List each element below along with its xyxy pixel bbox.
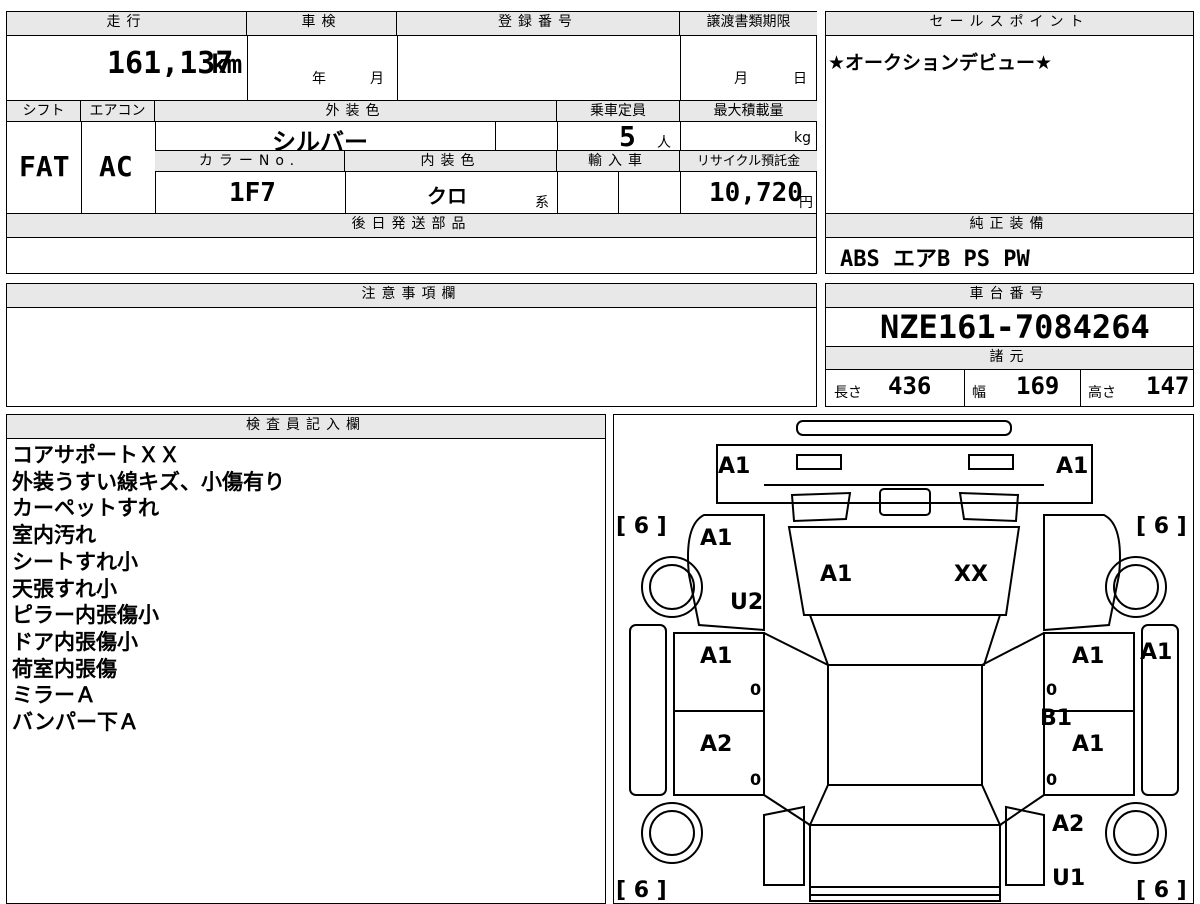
mark-front-bumper-left: A1 <box>718 454 750 479</box>
door-zero-right-front: 0 <box>1046 680 1057 699</box>
inspection-header: 車検 <box>247 12 397 36</box>
exterior-color-header: 外装色 <box>155 101 557 122</box>
later-parts-header: 後日発送部品 <box>7 214 816 238</box>
mileage-unit: km <box>211 50 243 80</box>
remark-item: 室内汚れ <box>12 523 96 548</box>
mark-left-rear-door: A2 <box>700 732 732 757</box>
color-no-value: 1F7 <box>229 178 276 208</box>
capacity-unit: 人 <box>657 135 671 151</box>
standard-equipment-box: 純正装備 ABS エアB PS PW <box>825 213 1194 274</box>
sales-point-box: セールスポイント ★オークションデビュー★ <box>825 11 1194 214</box>
standard-equipment-value: ABS エアB PS PW <box>840 247 1030 272</box>
remark-item: 外装うすい線キズ、小傷有り <box>12 469 285 494</box>
height-value: 147 <box>1146 372 1190 400</box>
door-zero-left-rear: 0 <box>750 770 761 789</box>
mark-right-rear-door: A1 <box>1072 732 1104 757</box>
remark-item: 天張すれ小 <box>12 576 117 601</box>
remark-item: コアサポートＸＸ <box>12 443 180 467</box>
shift-value: FAT <box>19 150 70 183</box>
mark-rear-bumper: U1 <box>1052 866 1085 891</box>
remark-item: ドア内張傷小 <box>12 629 138 654</box>
transfer-deadline-header: 譲渡書類期限 <box>680 12 817 36</box>
remarks-list: コアサポートＸＸ 外装うすい線キズ、小傷有り カーペットすれ 室内汚れ シートす… <box>12 442 285 736</box>
chassis-box: 車台番号 NZE161-7084264 諸元 長さ 436 幅 169 高さ 1… <box>825 283 1194 407</box>
door-zero-right-rear: 0 <box>1046 770 1057 789</box>
car-diagram: [ 6 ] [ 6 ] [ 6 ] [ 6 ] A1 A1 A1 A1 XX U… <box>616 420 1187 903</box>
sales-point-header: セールスポイント <box>826 12 1193 36</box>
interior-color-value: クロ <box>427 184 467 208</box>
mark-right-step: B1 <box>1040 706 1072 731</box>
notes-header: 注意事項欄 <box>7 284 816 308</box>
aircon-header: エアコン <box>81 101 155 122</box>
mark-left-front-door: A1 <box>700 644 732 669</box>
interior-color-header: 内装色 <box>345 151 557 172</box>
capacity-value: 5 <box>619 120 636 153</box>
max-load-header: 最大積載量 <box>680 101 817 122</box>
mark-front-bumper-right: A1 <box>1056 454 1088 479</box>
car-diagram-box: [ 6 ] [ 6 ] [ 6 ] [ 6 ] A1 A1 A1 A1 XX U… <box>613 414 1194 904</box>
recycle-value: 10,720 <box>709 178 803 208</box>
tire-label-rear-left: [ 6 ] <box>616 878 667 903</box>
registration-header: 登録番号 <box>397 12 680 36</box>
tire-label-front-left: [ 6 ] <box>616 514 667 539</box>
length-value: 436 <box>888 372 932 400</box>
inspector-box: 検査員記入欄 コアサポートＸＸ 外装うすい線キズ、小傷有り カーペットすれ 室内… <box>6 414 606 904</box>
remark-item: シートすれ小 <box>12 549 138 574</box>
later-parts-box: 後日発送部品 <box>6 213 817 274</box>
remark-item: ミラーＡ <box>12 683 96 708</box>
width-label: 幅 <box>972 385 986 401</box>
recycle-header: リサイクル預託金 <box>680 151 817 172</box>
shift-header: シフト <box>7 101 81 122</box>
notes-box: 注意事項欄 <box>6 283 817 407</box>
sales-point-value: ★オークションデビュー★ <box>828 52 1053 74</box>
tire-label-rear-right: [ 6 ] <box>1136 878 1187 903</box>
import-header: 輸入車 <box>557 151 680 172</box>
mark-right-front-door: A1 <box>1072 644 1104 669</box>
mark-left-fender: A1 <box>700 526 732 551</box>
recycle-unit: 円 <box>799 195 813 211</box>
interior-suffix: 系 <box>535 195 549 211</box>
max-load-unit: kg <box>794 130 811 146</box>
remark-item: ピラー内張傷小 <box>12 603 159 628</box>
mark-right-pillar: A1 <box>1140 640 1172 665</box>
mark-core-support: XX <box>954 562 988 587</box>
standard-equipment-header: 純正装備 <box>826 214 1193 238</box>
transfer-day: 日 <box>793 71 807 87</box>
door-zero-left-front: 0 <box>750 680 761 699</box>
inspector-header: 検査員記入欄 <box>7 415 605 439</box>
remark-item: カーペットすれ <box>12 496 159 521</box>
mark-left-fender-lower: U2 <box>730 590 763 615</box>
chassis-number-header: 車台番号 <box>826 284 1193 308</box>
width-value: 169 <box>1016 372 1060 400</box>
mark-hood: A1 <box>820 562 852 587</box>
height-label: 高さ <box>1088 385 1116 401</box>
aircon-value: AC <box>99 150 133 183</box>
inspection-year: 年 <box>312 71 326 87</box>
mark-right-quarter: A2 <box>1052 812 1084 837</box>
inspection-month: 月 <box>370 71 384 87</box>
capacity-header: 乗車定員 <box>557 101 680 122</box>
specs-header: 諸元 <box>826 346 1193 370</box>
length-label: 長さ <box>834 385 862 401</box>
remark-item: バンパー下Ａ <box>12 710 140 735</box>
transfer-month: 月 <box>734 71 748 87</box>
mileage-header: 走行 <box>7 12 247 36</box>
color-no-header: カラーNo. <box>155 151 345 172</box>
remark-item: 荷室内張傷 <box>12 656 117 681</box>
vehicle-info-table: 走行 車検 登録番号 譲渡書類期限 161,137 km 年 月 月 日 シフト… <box>6 11 817 214</box>
tire-label-front-right: [ 6 ] <box>1136 514 1187 539</box>
chassis-number-value: NZE161-7084264 <box>880 308 1150 346</box>
